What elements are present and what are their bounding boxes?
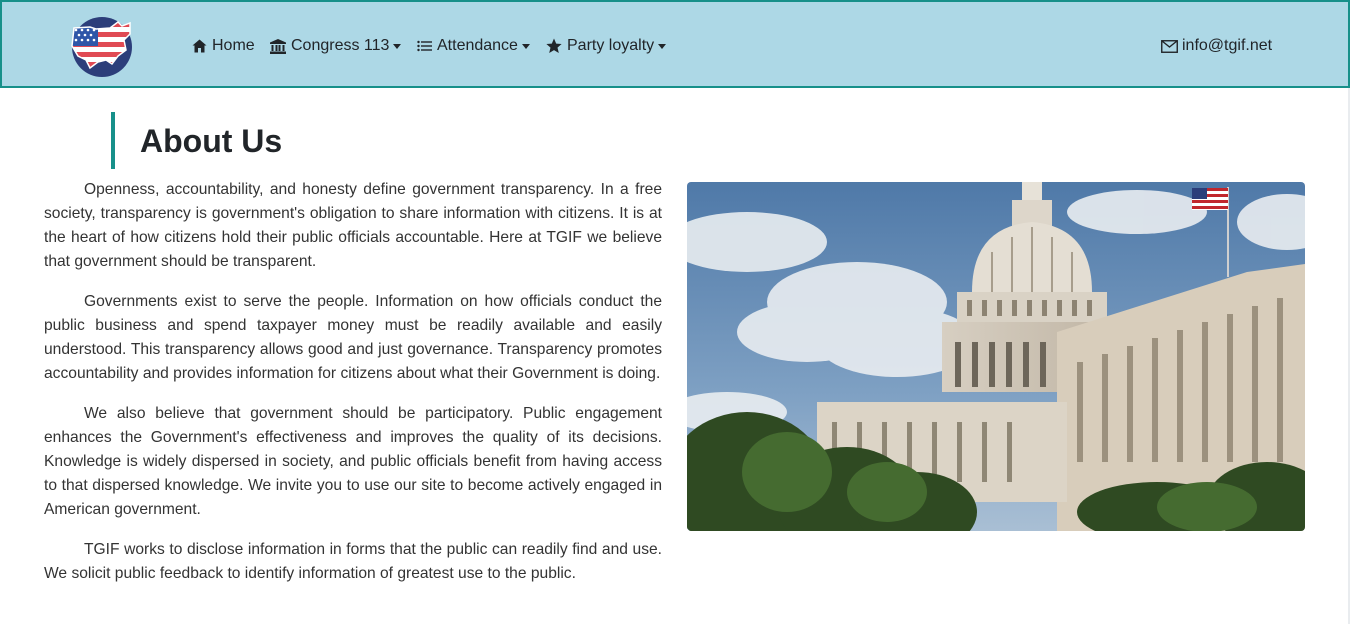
nav-home-label: Home — [212, 37, 255, 54]
institution-icon — [269, 38, 287, 54]
about-text: Openness, accountability, and honesty de… — [44, 178, 662, 602]
star-icon — [545, 38, 563, 54]
nav-attendance-dropdown[interactable]: Attendance — [415, 35, 530, 57]
about-paragraph: We also believe that government should b… — [44, 405, 662, 518]
page-title: About Us — [140, 123, 283, 159]
nav-congress-dropdown[interactable]: Congress 113 — [269, 35, 402, 57]
envelope-icon — [1160, 38, 1178, 54]
capitol-building-image — [687, 182, 1305, 531]
nav-party-loyalty-label: Party loyalty — [567, 37, 655, 54]
list-icon — [415, 38, 433, 54]
chevron-down-icon — [521, 43, 530, 49]
title-accent-bar — [111, 112, 115, 169]
nav-party-loyalty-dropdown[interactable]: Party loyalty — [545, 35, 667, 57]
about-paragraph: Governments exist to serve the people. I… — [44, 293, 662, 382]
chevron-down-icon — [658, 43, 667, 49]
top-navbar: Home Congress 113 Attendance Party loyal… — [0, 0, 1350, 88]
about-paragraph: Openness, accountability, and honesty de… — [44, 181, 662, 270]
contact-email-link[interactable]: info@tgif.net — [1160, 35, 1272, 57]
nav-attendance-label: Attendance — [437, 37, 518, 54]
contact-email-label: info@tgif.net — [1182, 37, 1273, 54]
about-paragraph: TGIF works to disclose information in fo… — [44, 541, 662, 582]
nav-congress-label: Congress 113 — [291, 37, 390, 54]
home-icon — [190, 38, 208, 54]
chevron-down-icon — [393, 43, 402, 49]
us-map-flag-logo[interactable] — [68, 14, 136, 78]
nav-home-link[interactable]: Home — [190, 35, 255, 57]
